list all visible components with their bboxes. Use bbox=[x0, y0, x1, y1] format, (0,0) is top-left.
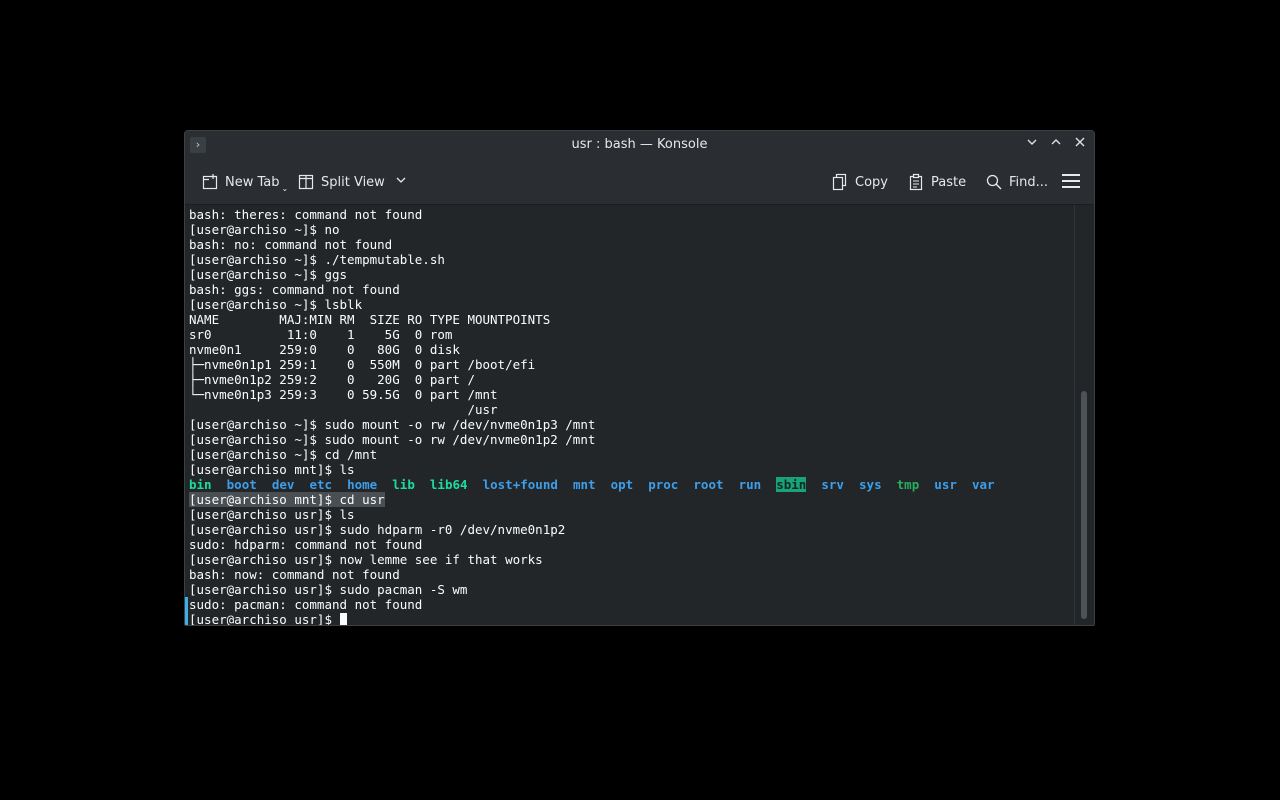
ls-entry: usr bbox=[934, 477, 957, 492]
terminal-line: [user@archiso ~]$ ggs bbox=[189, 267, 348, 282]
chevron-down-icon[interactable] bbox=[395, 174, 407, 190]
ls-gap bbox=[294, 477, 309, 492]
terminal-line: bash: no: command not found bbox=[189, 237, 393, 252]
ls-entry: lost+found bbox=[482, 477, 558, 492]
ls-gap bbox=[678, 477, 693, 492]
copy-label: Copy bbox=[855, 174, 888, 190]
scrollbar[interactable] bbox=[1074, 205, 1094, 625]
ls-gap bbox=[332, 477, 347, 492]
copy-icon bbox=[831, 173, 849, 191]
ls-gap bbox=[882, 477, 897, 492]
selection-highlight: [user@archiso mnt]$ cd usr bbox=[189, 492, 385, 507]
terminal-line: bash: theres: command not found bbox=[189, 207, 423, 222]
maximize-icon[interactable] bbox=[1046, 135, 1066, 155]
paste-button[interactable]: Paste bbox=[907, 171, 966, 193]
terminal-line: bash: ggs: command not found bbox=[189, 282, 400, 297]
new-tab-label: New Tab bbox=[225, 174, 280, 190]
terminal-line: [user@archiso ~]$ sudo mount -o rw /dev/… bbox=[189, 417, 596, 432]
ls-entry: bin bbox=[189, 477, 212, 492]
ls-entry: dev bbox=[271, 477, 295, 492]
paste-icon bbox=[907, 173, 925, 191]
find-button[interactable]: Find... bbox=[985, 171, 1048, 193]
hamburger-menu-icon[interactable] bbox=[1062, 174, 1080, 188]
split-view-label: Split View bbox=[321, 174, 385, 190]
minimize-icon[interactable] bbox=[1022, 135, 1042, 155]
terminal-line: [user@archiso ~]$ ./tempmutable.sh bbox=[189, 252, 445, 267]
terminal-line: nvme0n1 259:0 0 80G 0 disk bbox=[189, 342, 460, 357]
ls-gap bbox=[257, 477, 272, 492]
close-icon[interactable] bbox=[1070, 135, 1090, 155]
search-icon bbox=[985, 173, 1003, 191]
terminal-line: ├─nvme0n1p1 259:1 0 550M 0 part /boot/ef… bbox=[189, 357, 536, 372]
terminal-line: [user@archiso usr]$ ls bbox=[189, 507, 355, 522]
terminal-line: NAME MAJ:MIN RM SIZE RO TYPE MOUNTPOINTS bbox=[189, 312, 551, 327]
ls-gap bbox=[724, 477, 739, 492]
split-view-icon bbox=[297, 173, 315, 191]
ls-gap bbox=[844, 477, 859, 492]
prompt-text: [user@archiso usr]$ bbox=[189, 612, 340, 625]
terminal-line-selected: [user@archiso mnt]$ cd usr bbox=[189, 492, 1075, 507]
ls-gap bbox=[415, 477, 430, 492]
new-tab-icon bbox=[201, 173, 219, 191]
ls-gap bbox=[633, 477, 648, 492]
terminal-line: /usr bbox=[189, 402, 498, 417]
terminal-line: [user@archiso mnt]$ ls bbox=[189, 462, 355, 477]
terminal-line: [user@archiso usr]$ sudo hdparm -r0 /dev… bbox=[189, 522, 566, 537]
terminal-line: [user@archiso ~]$ lsblk bbox=[189, 297, 363, 312]
ls-gap bbox=[558, 477, 573, 492]
paste-label: Paste bbox=[931, 174, 967, 190]
ls-gap bbox=[212, 477, 227, 492]
ls-entry: proc bbox=[648, 477, 679, 492]
terminal-line: [user@archiso ~]$ no bbox=[189, 222, 340, 237]
chevron-down-icon[interactable]: ⌄ bbox=[282, 184, 289, 193]
terminal-line: [user@archiso ~]$ sudo mount -o rw /dev/… bbox=[189, 432, 596, 447]
ls-entry: home bbox=[347, 477, 378, 492]
terminal-output[interactable]: bash: theres: command not found [user@arc… bbox=[185, 205, 1075, 625]
ls-entry: root bbox=[693, 477, 724, 492]
ls-entry: sys bbox=[859, 477, 882, 492]
terminal-line: └─nvme0n1p3 259:3 0 59.5G 0 part /mnt bbox=[189, 387, 498, 402]
terminal-marker bbox=[185, 597, 188, 625]
new-tab-button[interactable]: New Tab ⌄ bbox=[201, 171, 288, 193]
ls-entry: sbin bbox=[776, 477, 807, 492]
terminal-line: bash: now: command not found bbox=[189, 567, 400, 582]
ls-gap bbox=[957, 477, 972, 492]
ls-entry: etc bbox=[309, 477, 333, 492]
toolbar: New Tab ⌄ Split View Copy Paste Find... bbox=[185, 159, 1094, 205]
terminal-line: sudo: hdparm: command not found bbox=[189, 537, 423, 552]
terminal-line: sr0 11:0 1 5G 0 rom bbox=[189, 327, 453, 342]
copy-button[interactable]: Copy bbox=[831, 171, 888, 193]
ls-entry: srv bbox=[821, 477, 844, 492]
ls-output-line: bin boot dev etc home lib lib64 lost+fou… bbox=[189, 477, 1075, 492]
window-title: usr : bash — Konsole bbox=[571, 137, 708, 152]
terminal-line: [user@archiso ~]$ cd /mnt bbox=[189, 447, 378, 462]
terminal-line: [user@archiso usr]$ now lemme see if tha… bbox=[189, 552, 543, 567]
terminal-line: [user@archiso usr]$ sudo pacman -S wm bbox=[189, 582, 468, 597]
find-label: Find... bbox=[1009, 174, 1049, 190]
ls-gap bbox=[919, 477, 934, 492]
konsole-window: › usr : bash — Konsole New Tab ⌄ Split V… bbox=[184, 130, 1095, 626]
terminal-line: sudo: pacman: command not found bbox=[189, 597, 423, 612]
ls-gap bbox=[468, 477, 483, 492]
ls-gap bbox=[596, 477, 611, 492]
text-cursor bbox=[339, 613, 347, 625]
terminal-prompt-line[interactable]: [user@archiso usr]$ bbox=[189, 612, 1075, 625]
ls-gap bbox=[377, 477, 392, 492]
terminal-line: ├─nvme0n1p2 259:2 0 20G 0 part / bbox=[189, 372, 475, 387]
ls-entry: run bbox=[738, 477, 762, 492]
ls-entry: var bbox=[971, 477, 995, 492]
ls-entry: opt bbox=[610, 477, 634, 492]
ls-entry: boot bbox=[226, 477, 257, 492]
ls-entry: tmp bbox=[896, 477, 920, 492]
split-view-button[interactable]: Split View bbox=[297, 171, 407, 193]
ls-gap bbox=[806, 477, 821, 492]
ls-entry: mnt bbox=[572, 477, 596, 492]
ls-entry: lib64 bbox=[429, 477, 468, 492]
ls-gap bbox=[761, 477, 776, 492]
ls-entry: lib bbox=[392, 477, 415, 492]
title-bar[interactable]: › usr : bash — Konsole bbox=[185, 131, 1094, 159]
scrollbar-thumb[interactable] bbox=[1081, 391, 1087, 619]
